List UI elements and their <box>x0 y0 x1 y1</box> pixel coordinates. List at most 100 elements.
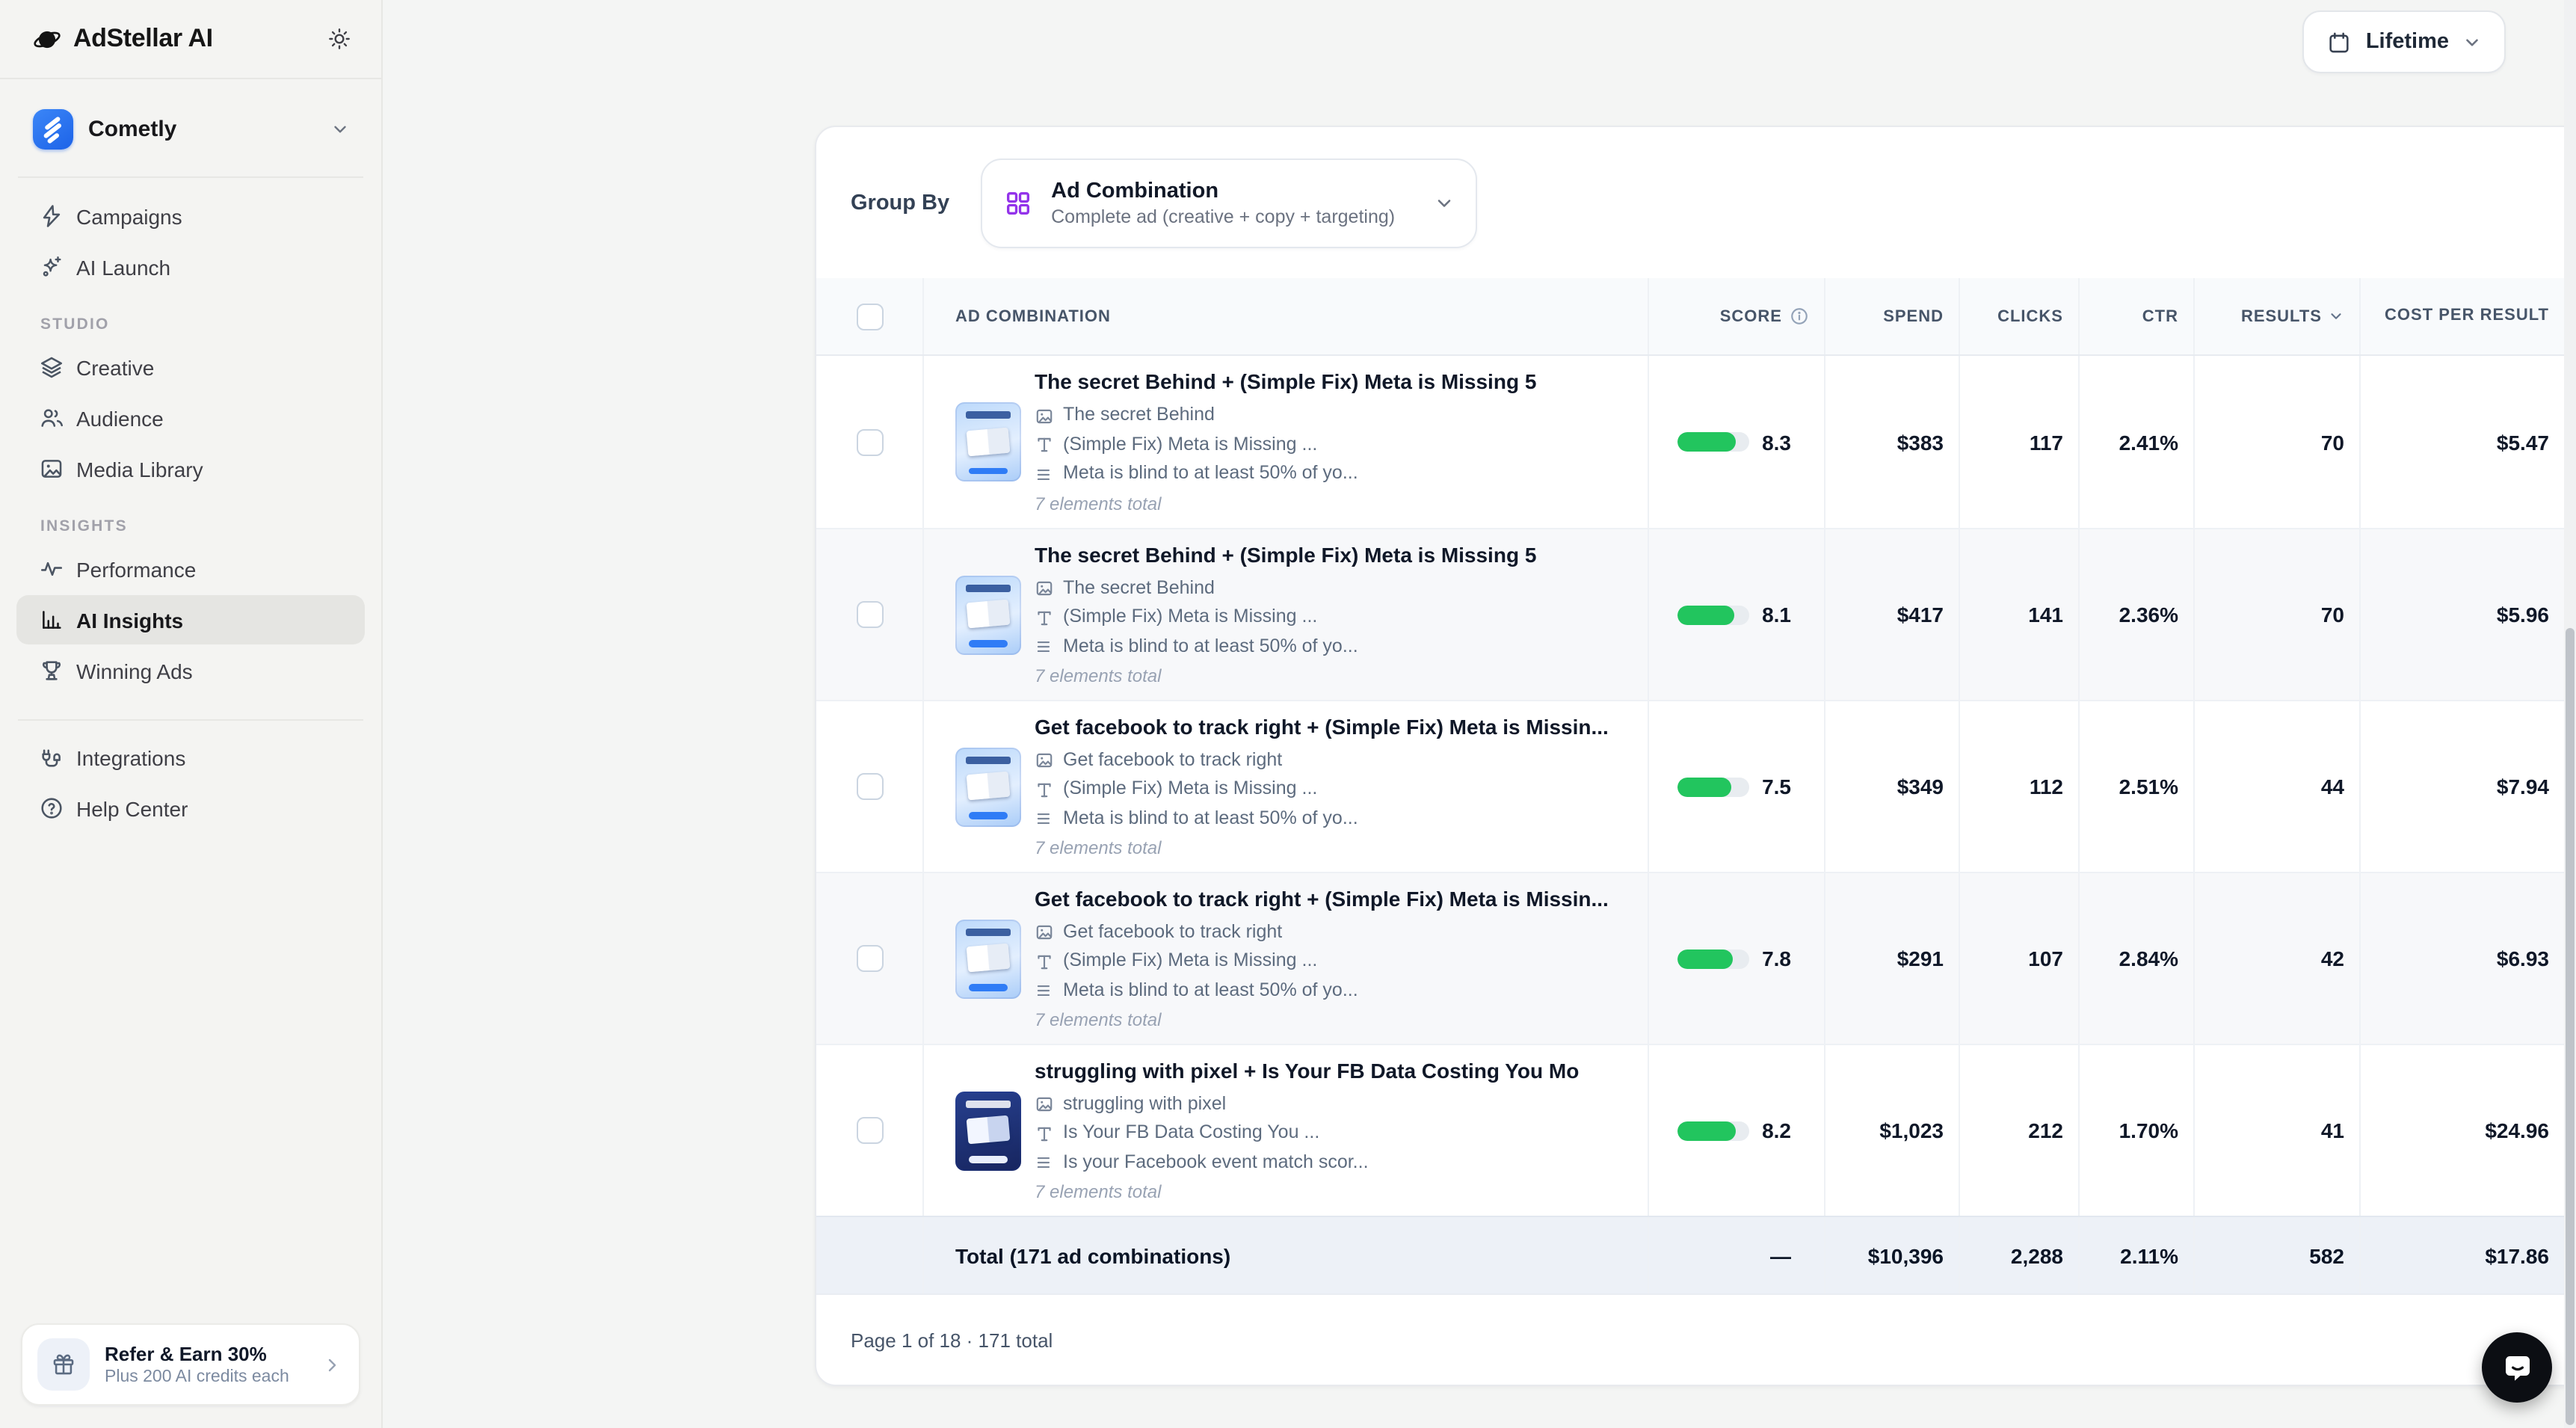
spend-cell: $291 <box>1824 873 1959 1044</box>
grid-icon <box>1003 188 1033 218</box>
help-circle-icon <box>39 795 64 821</box>
table-header: AD COMBINATION SCORE SPEND CLICKS CTR RE… <box>816 278 2576 356</box>
ad-copy-line: (Simple Fix) Meta is Missing ... <box>1035 775 1609 804</box>
total-ctr: 2.11% <box>2078 1217 2193 1293</box>
referral-text: Refer & Earn 30% Plus 200 AI credits eac… <box>105 1343 289 1386</box>
ad-copy-line: (Simple Fix) Meta is Missing ... <box>1035 431 1536 460</box>
elements-total: 7 elements total <box>1035 838 1609 859</box>
score-bar <box>1677 432 1748 452</box>
clicks-cell: 212 <box>1959 1045 2078 1216</box>
results-cell: 41 <box>2193 1045 2359 1216</box>
table-row[interactable]: The secret Behind + (Simple Fix) Meta is… <box>816 356 2576 528</box>
ad-combination-cell: struggling with pixel + Is Your FB Data … <box>922 1045 1648 1216</box>
group-by-description: Complete ad (creative + copy + targeting… <box>1051 206 1395 227</box>
sidebar-item-campaigns[interactable]: Campaigns <box>16 191 365 241</box>
total-spend: $10,396 <box>1824 1217 1959 1293</box>
sidebar-item-performance[interactable]: Performance <box>16 544 365 594</box>
score-bar-fill <box>1677 432 1737 452</box>
ad-thumbnail-book <box>967 1115 1011 1145</box>
ad-thumbnail-book <box>967 427 1011 456</box>
page-summary: Page 1 of 18 · 171 total <box>851 1329 1053 1351</box>
ad-targeting-line: Meta is blind to at least 50% of yo... <box>1035 460 1536 489</box>
sort-chevron-down-icon <box>2328 308 2344 324</box>
column-header-clicks[interactable]: CLICKS <box>1959 278 2078 354</box>
score-bar-fill <box>1677 949 1733 968</box>
score-value: 8.1 <box>1762 603 1791 627</box>
score-cell: 8.1 <box>1648 529 1824 700</box>
copy-type-icon <box>1035 435 1054 455</box>
pagination-bar: Page 1 of 18 · 171 total 1 2 <box>816 1293 2576 1385</box>
row-checkbox[interactable] <box>856 1117 883 1144</box>
sidebar-item-media-library[interactable]: Media Library <box>16 444 365 493</box>
score-value: 8.3 <box>1762 430 1791 454</box>
column-header-cost-per-result[interactable]: COST PER RESULT <box>2359 278 2564 354</box>
score-value: 7.8 <box>1762 947 1791 970</box>
ad-text-block: Get facebook to track right + (Simple Fi… <box>1035 887 1609 1031</box>
table-row[interactable]: Get facebook to track right + (Simple Fi… <box>816 872 2576 1044</box>
column-header-spend[interactable]: SPEND <box>1824 278 1959 354</box>
ad-thumbnail <box>955 402 1021 481</box>
cost-per-result-cell: $6.93 <box>2359 873 2564 1044</box>
spend-cell: $417 <box>1824 529 1959 700</box>
score-bar-fill <box>1677 605 1735 624</box>
sidebar-item-help-center[interactable]: Help Center <box>16 784 365 833</box>
plug-icon <box>39 745 64 770</box>
column-header-results[interactable]: RESULTS <box>2193 278 2359 354</box>
table-row[interactable]: The secret Behind + (Simple Fix) Meta is… <box>816 528 2576 700</box>
table-total-row: Total (171 ad combinations) — $10,396 2,… <box>816 1216 2576 1293</box>
sidebar-item-ai-insights[interactable]: AI Insights <box>16 595 365 644</box>
ad-thumbnail <box>955 575 1021 654</box>
column-header-ctr[interactable]: CTR <box>2078 278 2193 354</box>
select-all-checkbox[interactable] <box>856 303 883 330</box>
row-checkbox[interactable] <box>856 945 883 972</box>
table-row[interactable]: Get facebook to track right + (Simple Fi… <box>816 700 2576 872</box>
chevron-down-icon <box>330 119 350 138</box>
gift-icon <box>37 1338 90 1391</box>
sidebar-item-audience[interactable]: Audience <box>16 393 365 443</box>
ad-combination-cell: Get facebook to track right + (Simple Fi… <box>922 873 1648 1044</box>
image-icon <box>39 456 64 481</box>
ad-creative-line: The secret Behind <box>1035 401 1536 431</box>
ad-thumbnail <box>955 919 1021 998</box>
section-label-studio: STUDIO <box>0 316 381 333</box>
column-header-score[interactable]: SCORE <box>1648 278 1824 354</box>
table-row[interactable]: struggling with pixel + Is Your FB Data … <box>816 1044 2576 1216</box>
clicks-cell: 112 <box>1959 701 2078 872</box>
row-checkbox[interactable] <box>856 773 883 800</box>
sidebar-nav: Campaigns AI Launch STUDIO Creative Audi… <box>0 190 381 1323</box>
sidebar-item-creative[interactable]: Creative <box>16 342 365 392</box>
divider <box>18 176 363 178</box>
chat-widget-button[interactable] <box>2482 1332 2552 1403</box>
creative-image-icon <box>1035 1095 1054 1114</box>
date-range-button[interactable]: Lifetime <box>2303 10 2506 73</box>
window-scrollbar-thumb[interactable] <box>2566 628 2575 1425</box>
sidebar: AdStellar AI Cometly Campaigns AI Launch… <box>0 0 383 1428</box>
theme-toggle-sun-icon[interactable] <box>327 27 351 51</box>
elements-total: 7 elements total <box>1035 1010 1609 1031</box>
cost-per-result-cell: $5.47 <box>2359 356 2564 528</box>
total-label: Total (171 ad combinations) <box>922 1217 1648 1293</box>
referral-card[interactable]: Refer & Earn 30% Plus 200 AI credits eac… <box>21 1323 360 1406</box>
results-cell: 70 <box>2193 356 2359 528</box>
row-checkbox[interactable] <box>856 601 883 628</box>
sidebar-item-winning-ads[interactable]: Winning Ads <box>16 646 365 695</box>
calendar-icon <box>2327 29 2352 55</box>
score-bar-fill <box>1677 1121 1736 1140</box>
targeting-list-icon <box>1035 464 1054 484</box>
group-by-value: Ad Combination <box>1051 179 1395 203</box>
chevron-right-icon <box>323 1355 341 1373</box>
row-checkbox[interactable] <box>856 428 883 455</box>
workspace-selector[interactable]: Cometly <box>16 99 365 159</box>
score-value: 8.2 <box>1762 1118 1791 1142</box>
cost-per-result-cell: $7.94 <box>2359 701 2564 872</box>
window-scrollbar[interactable] <box>2564 0 2576 1428</box>
group-by-dropdown[interactable]: Ad Combination Complete ad (creative + c… <box>981 158 1477 247</box>
sidebar-item-integrations[interactable]: Integrations <box>16 733 365 782</box>
column-header-ad-combination[interactable]: AD COMBINATION <box>922 278 1648 354</box>
ad-thumbnail-book <box>967 944 1011 973</box>
clicks-cell: 107 <box>1959 873 2078 1044</box>
ad-creative-line: struggling with pixel <box>1035 1090 1579 1119</box>
trophy-icon <box>39 658 64 683</box>
info-icon[interactable] <box>1790 307 1809 326</box>
sidebar-item-ai-launch[interactable]: AI Launch <box>16 242 365 292</box>
